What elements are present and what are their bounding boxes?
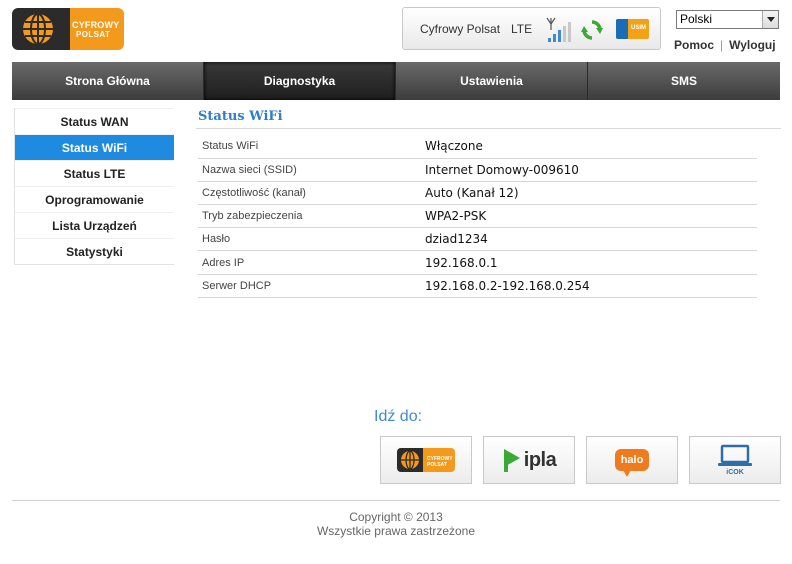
operator-name: Cyfrowy Polsat [420, 22, 501, 36]
row-label: Tryb zabezpieczenia [198, 204, 421, 229]
icok-logo: iCOK [717, 444, 753, 476]
polsat-logo-text: CYFROWY POLSAT [427, 456, 453, 468]
brand-logo[interactable]: CYFROWY POLSAT [12, 8, 124, 50]
row-value: Włączone [421, 135, 757, 159]
footer: Copyright © 2013 Wszystkie prawa zastrze… [0, 510, 792, 538]
row-label: Hasło [198, 227, 421, 252]
copyright-text: Copyright © 2013 [349, 510, 443, 524]
row-value: Internet Domowy-009610 [421, 158, 757, 182]
top-links: Pomoc | Wyloguj [674, 38, 776, 52]
row-label: Status WiFi [198, 135, 421, 159]
laptop-icon [718, 444, 752, 466]
table-row: Status WiFi Włączone [198, 135, 757, 159]
usim-card-stripe [616, 19, 628, 39]
brand-name-line1: CYFROWY [72, 20, 120, 30]
row-label: Serwer DHCP [198, 274, 421, 298]
sidebar-item-status-wifi[interactable]: Status WiFi [15, 134, 174, 160]
row-value: 192.168.0.1 [421, 250, 757, 275]
usim-card-icon: USIM [616, 19, 649, 39]
play-icon [503, 449, 520, 472]
halo-logo: halo [615, 449, 649, 477]
goto-label: Idź do: [374, 408, 423, 425]
table-row: Częstotliwość (kanał) Auto (Kanał 12) [198, 181, 757, 206]
usim-label: USIM [631, 25, 646, 31]
sidebar-item-status-wan[interactable]: Status WAN [15, 108, 174, 134]
goto-icok-button[interactable]: iCOK [689, 436, 781, 484]
tab-sms[interactable]: SMS [588, 62, 780, 100]
tab-home[interactable]: Strona Główna [12, 62, 204, 100]
help-link[interactable]: Pomoc [674, 38, 714, 52]
sidebar-item-firmware[interactable]: Oprogramowanie [15, 186, 174, 212]
tab-diagnostics[interactable]: Diagnostyka [204, 62, 396, 100]
row-label: Nazwa sieci (SSID) [198, 158, 421, 182]
main-nav: Strona Główna Diagnostyka Ustawienia SMS [12, 62, 780, 100]
tab-settings[interactable]: Ustawienia [396, 62, 588, 100]
language-selected: Polski [680, 12, 713, 26]
globe-icon [23, 13, 53, 45]
network-type: LTE [511, 22, 533, 36]
ipla-text: ipla [523, 448, 557, 471]
title-divider [196, 128, 781, 129]
row-label: Adres IP [198, 250, 421, 275]
rights-text: Wszystkie prawa zastrzeżone [316, 524, 476, 538]
sidebar-item-device-list[interactable]: Lista Urządzeń [15, 212, 174, 238]
goto-cyfrowy-polsat-button[interactable]: CYFROWY POLSAT [380, 436, 472, 484]
row-value: dziad1234 [421, 227, 757, 252]
goto-ipla-button[interactable]: ipla [483, 436, 575, 484]
row-label: Częstotliwość (kanał) [198, 181, 421, 206]
sidebar-item-status-lte[interactable]: Status LTE [15, 160, 174, 186]
table-row: Tryb zabezpieczenia WPA2-PSK [198, 204, 757, 229]
row-value: Auto (Kanał 12) [421, 181, 757, 206]
halo-text: halo [620, 454, 644, 466]
goto-halo-button[interactable]: halo [586, 436, 678, 484]
table-row: Serwer DHCP 192.168.0.2-192.168.0.254 [198, 274, 757, 298]
link-separator: | [720, 38, 724, 52]
footer-divider [12, 500, 780, 501]
polsat-line2: POLSAT [427, 462, 447, 468]
brand-name-line2: POLSAT [76, 30, 111, 39]
row-value: WPA2-PSK [421, 204, 757, 229]
language-select[interactable]: Polski [676, 10, 779, 29]
chevron-down-icon[interactable] [762, 11, 778, 28]
page-title: Status WiFi [198, 109, 283, 124]
row-value: 192.168.0.2-192.168.0.254 [421, 274, 757, 298]
sidebar-menu: Status WAN Status WiFi Status LTE Oprogr… [14, 108, 174, 265]
wifi-status-table: Status WiFi Włączone Nazwa sieci (SSID) … [198, 135, 757, 298]
table-row: Nazwa sieci (SSID) Internet Domowy-00961… [198, 158, 757, 182]
refresh-icon[interactable] [581, 19, 603, 41]
signal-strength-icon [546, 17, 571, 42]
globe-icon [401, 450, 419, 470]
ipla-logo: ipla [502, 447, 557, 473]
logout-link[interactable]: Wyloguj [729, 38, 775, 52]
table-row: Hasło dziad1234 [198, 227, 757, 252]
table-row: Adres IP 192.168.0.1 [198, 250, 757, 275]
icok-text: iCOK [726, 469, 744, 476]
sidebar-item-statistics[interactable]: Statystyki [15, 238, 174, 264]
cyfrowy-polsat-logo: CYFROWY POLSAT [397, 448, 455, 472]
connection-status-box: Cyfrowy Polsat LTE USIM [402, 7, 661, 50]
